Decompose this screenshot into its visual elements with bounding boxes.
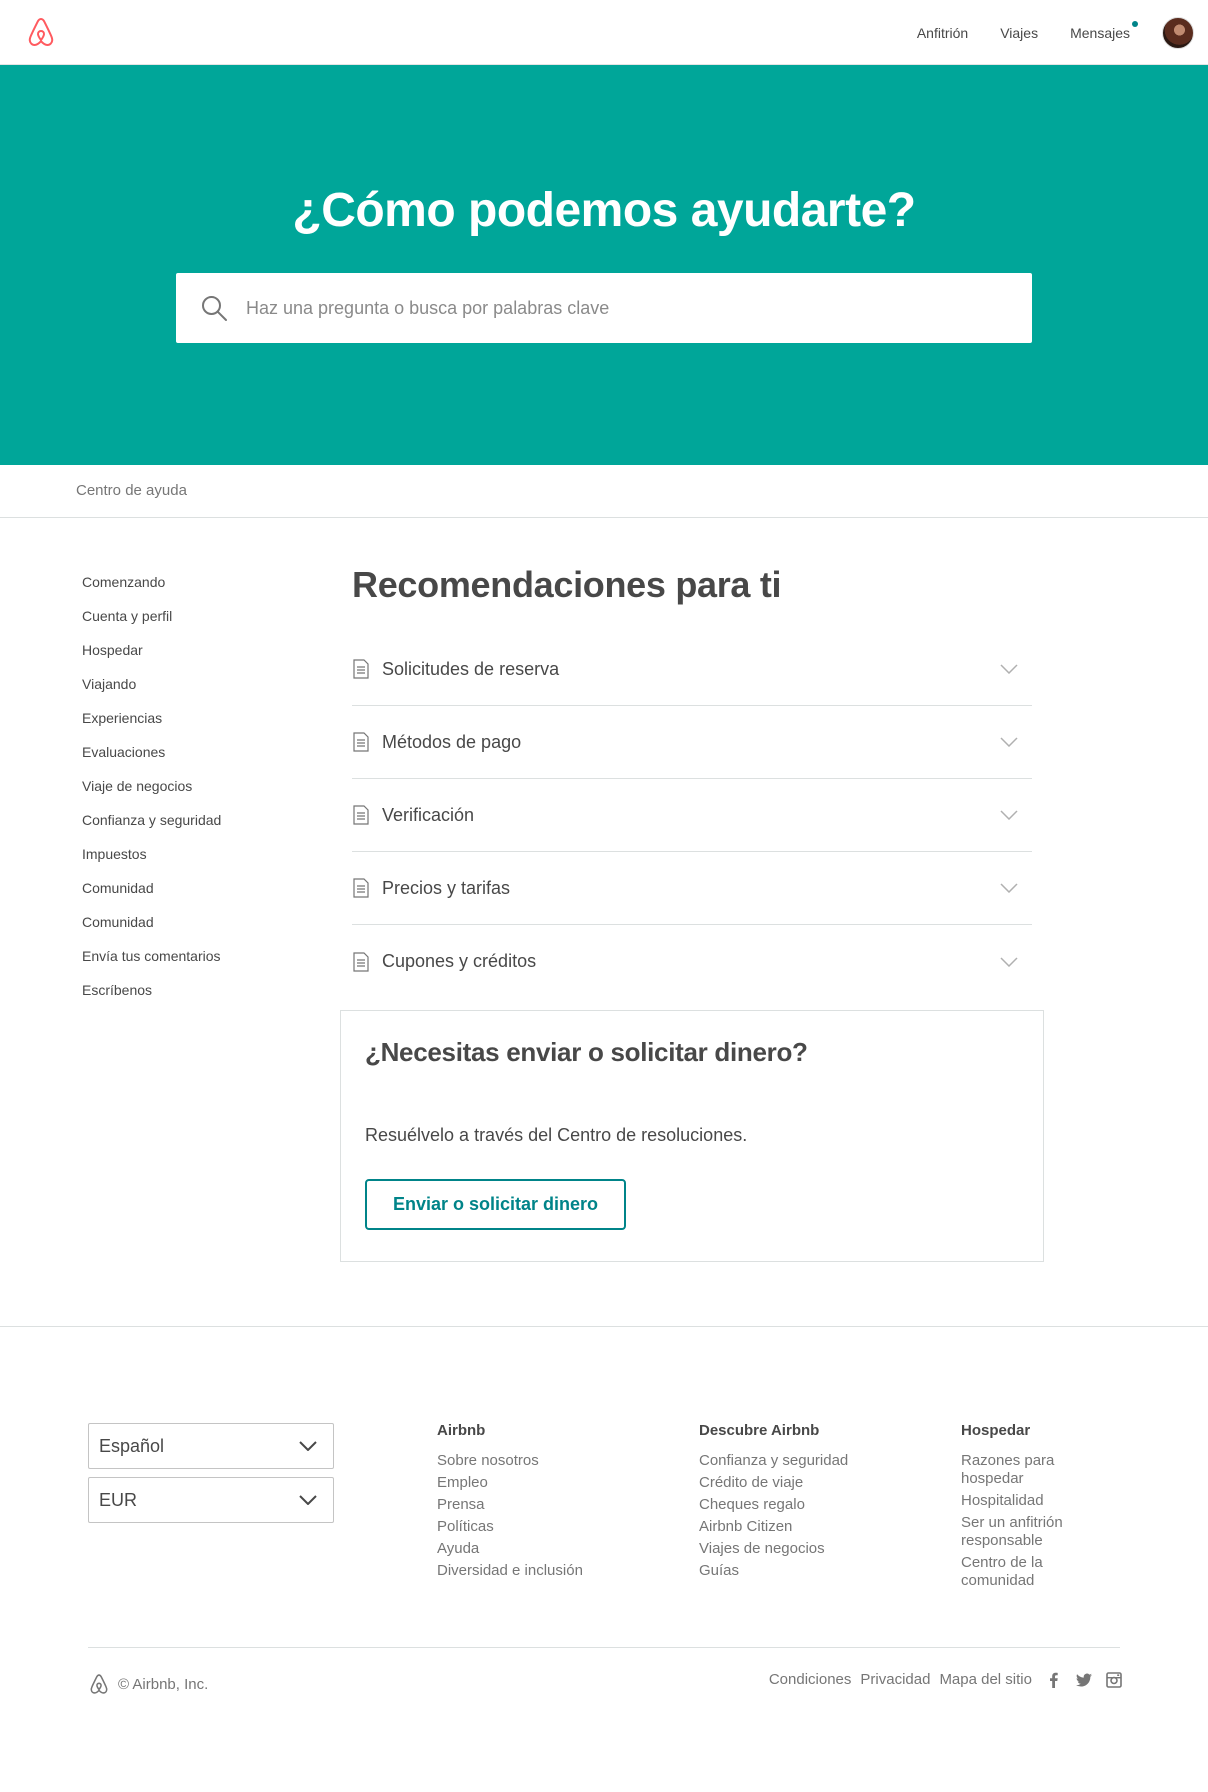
sitemap-link[interactable]: Mapa del sitio (939, 1671, 1032, 1688)
footer-column-airbnb: Airbnb Sobre nosotros Empleo Prensa Polí… (437, 1422, 667, 1584)
footer-link[interactable]: Viajes de negocios (699, 1540, 929, 1558)
topic-item-pricing-fees[interactable]: Precios y tarifas (352, 852, 1032, 925)
breadcrumb[interactable]: Centro de ayuda (76, 482, 187, 499)
airbnb-logo-icon[interactable] (25, 16, 57, 48)
search-input[interactable] (246, 297, 1006, 319)
chevron-down-icon (1000, 737, 1018, 747)
footer-link[interactable]: Crédito de viaje (699, 1474, 929, 1492)
document-icon (353, 805, 369, 825)
sidebar-item-taxes[interactable]: Impuestos (82, 844, 322, 878)
search-icon (202, 296, 227, 321)
footer-column-discover: Descubre Airbnb Confianza y seguridad Cr… (699, 1422, 929, 1584)
nav-host[interactable]: Anfitrión (901, 25, 984, 41)
breadcrumb-bar: Centro de ayuda (0, 465, 1208, 518)
airbnb-logo-icon (90, 1674, 108, 1694)
instagram-icon[interactable] (1106, 1671, 1122, 1688)
chevron-down-icon (1000, 664, 1018, 674)
footer-link[interactable]: Políticas (437, 1518, 667, 1536)
nav-messages[interactable]: Mensajes (1054, 20, 1146, 41)
privacy-link[interactable]: Privacidad (860, 1671, 930, 1688)
sidebar-item-contact[interactable]: Escríbenos (82, 980, 322, 1014)
sidebar-item-traveling[interactable]: Viajando (82, 674, 322, 708)
topic-item-booking-requests[interactable]: Solicitudes de reserva (352, 633, 1032, 706)
footer-link[interactable]: Diversidad e inclusión (437, 1562, 667, 1580)
footer-link[interactable]: Confianza y seguridad (699, 1452, 929, 1470)
hero-title: ¿Cómo podemos ayudarte? (292, 184, 916, 237)
topic-label: Precios y tarifas (382, 877, 511, 898)
nav-trips[interactable]: Viajes (984, 25, 1054, 41)
footer-link[interactable]: Empleo (437, 1474, 667, 1492)
footer-column-hosting: Hospedar Razones para hospedar Hospitali… (961, 1422, 1091, 1594)
legal-links: Condiciones Privacidad Mapa del sitio (760, 1671, 1122, 1688)
header-nav: Anfitrión Viajes Mensajes (901, 0, 1208, 65)
footer-link[interactable]: Ayuda (437, 1540, 667, 1558)
sidebar-item-feedback[interactable]: Envía tus comentarios (82, 946, 322, 980)
nav-trips-label: Viajes (1000, 24, 1039, 41)
language-select[interactable]: Español (88, 1423, 334, 1469)
footer-link[interactable]: Airbnb Citizen (699, 1518, 929, 1536)
footer-divider (0, 1326, 1208, 1327)
top-navigation-bar: Anfitrión Viajes Mensajes (0, 0, 1208, 65)
footer-link[interactable]: Guías (699, 1562, 929, 1580)
nav-messages-label: Mensajes (1070, 24, 1130, 41)
sidebar-item-hosting[interactable]: Hospedar (82, 640, 322, 674)
topic-item-verification[interactable]: Verificación (352, 779, 1032, 852)
copyright-text: © Airbnb, Inc. (118, 1675, 209, 1693)
sidebar-item-experiences[interactable]: Experiencias (82, 708, 322, 742)
recommendations-section: Recomendaciones para ti Solicitudes de r… (352, 560, 1032, 998)
sidebar-item-trust-safety[interactable]: Confianza y seguridad (82, 810, 322, 844)
sidebar-item-business-travel[interactable]: Viaje de negocios (82, 776, 322, 810)
currency-select[interactable]: EUR (88, 1477, 334, 1523)
chevron-down-icon (1000, 956, 1018, 967)
twitter-icon[interactable] (1076, 1672, 1092, 1688)
document-icon (353, 951, 369, 972)
topic-label: Solicitudes de reserva (382, 658, 560, 679)
currency-value: EUR (99, 1489, 138, 1510)
card-title: ¿Necesitas enviar o solicitar dinero? (365, 1037, 808, 1067)
section-title: Recomendaciones para ti (352, 564, 782, 605)
footer-bottom-divider (88, 1647, 1120, 1648)
chevron-down-icon (299, 1495, 317, 1505)
footer-link[interactable]: Cheques regalo (699, 1496, 929, 1514)
terms-link[interactable]: Condiciones (769, 1671, 852, 1688)
sidebar-item-account-profile[interactable]: Cuenta y perfil (82, 606, 322, 640)
help-sidebar: Comenzando Cuenta y perfil Hospedar Viaj… (82, 572, 322, 1014)
facebook-icon[interactable] (1046, 1672, 1062, 1688)
footer-link[interactable]: Razones para hospedar (961, 1452, 1091, 1488)
sidebar-item-reviews[interactable]: Evaluaciones (82, 742, 322, 776)
topic-item-coupons-credits[interactable]: Cupones y créditos (352, 925, 1032, 998)
hero-banner: ¿Cómo podemos ayudarte? (0, 65, 1208, 465)
card-text: Resuélvelo a través del Centro de resolu… (365, 1125, 748, 1145)
topic-item-payment-methods[interactable]: Métodos de pago (352, 706, 1032, 779)
footer-link[interactable]: Sobre nosotros (437, 1452, 667, 1470)
language-value: Español (99, 1435, 165, 1456)
chevron-down-icon (1000, 810, 1018, 820)
sidebar-item-community-2[interactable]: Comunidad (82, 912, 322, 946)
document-icon (353, 732, 369, 752)
footer-column-title: Hospedar (961, 1422, 1031, 1439)
footer-link[interactable]: Prensa (437, 1496, 667, 1514)
help-search-box[interactable] (176, 273, 1032, 343)
chevron-down-icon (1000, 883, 1018, 893)
footer-link[interactable]: Hospitalidad (961, 1492, 1091, 1510)
unread-indicator-dot (1132, 20, 1138, 27)
footer-link[interactable]: Centro de la comunidad (961, 1554, 1091, 1590)
resolution-center-card: ¿Necesitas enviar o solicitar dinero? Re… (340, 1010, 1044, 1262)
sidebar-item-community[interactable]: Comunidad (82, 878, 322, 912)
topic-label: Verificación (382, 804, 475, 825)
chevron-down-icon (299, 1441, 317, 1451)
footer-column-title: Airbnb (437, 1422, 486, 1439)
topic-label: Cupones y créditos (382, 951, 537, 971)
user-avatar[interactable] (1162, 16, 1194, 49)
footer-link[interactable]: Ser un anfitrión responsable (961, 1514, 1091, 1550)
sidebar-item-getting-started[interactable]: Comenzando (82, 572, 322, 606)
footer-column-title: Descubre Airbnb (699, 1422, 820, 1439)
send-request-money-button[interactable]: Enviar o solicitar dinero (365, 1179, 626, 1230)
document-icon (353, 659, 369, 679)
copyright: © Airbnb, Inc. (88, 1673, 208, 1695)
nav-host-label: Anfitrión (916, 24, 969, 41)
topic-label: Métodos de pago (382, 731, 522, 752)
document-icon (353, 878, 369, 898)
topic-list: Solicitudes de reserva Métodos de pago V… (352, 633, 1032, 998)
